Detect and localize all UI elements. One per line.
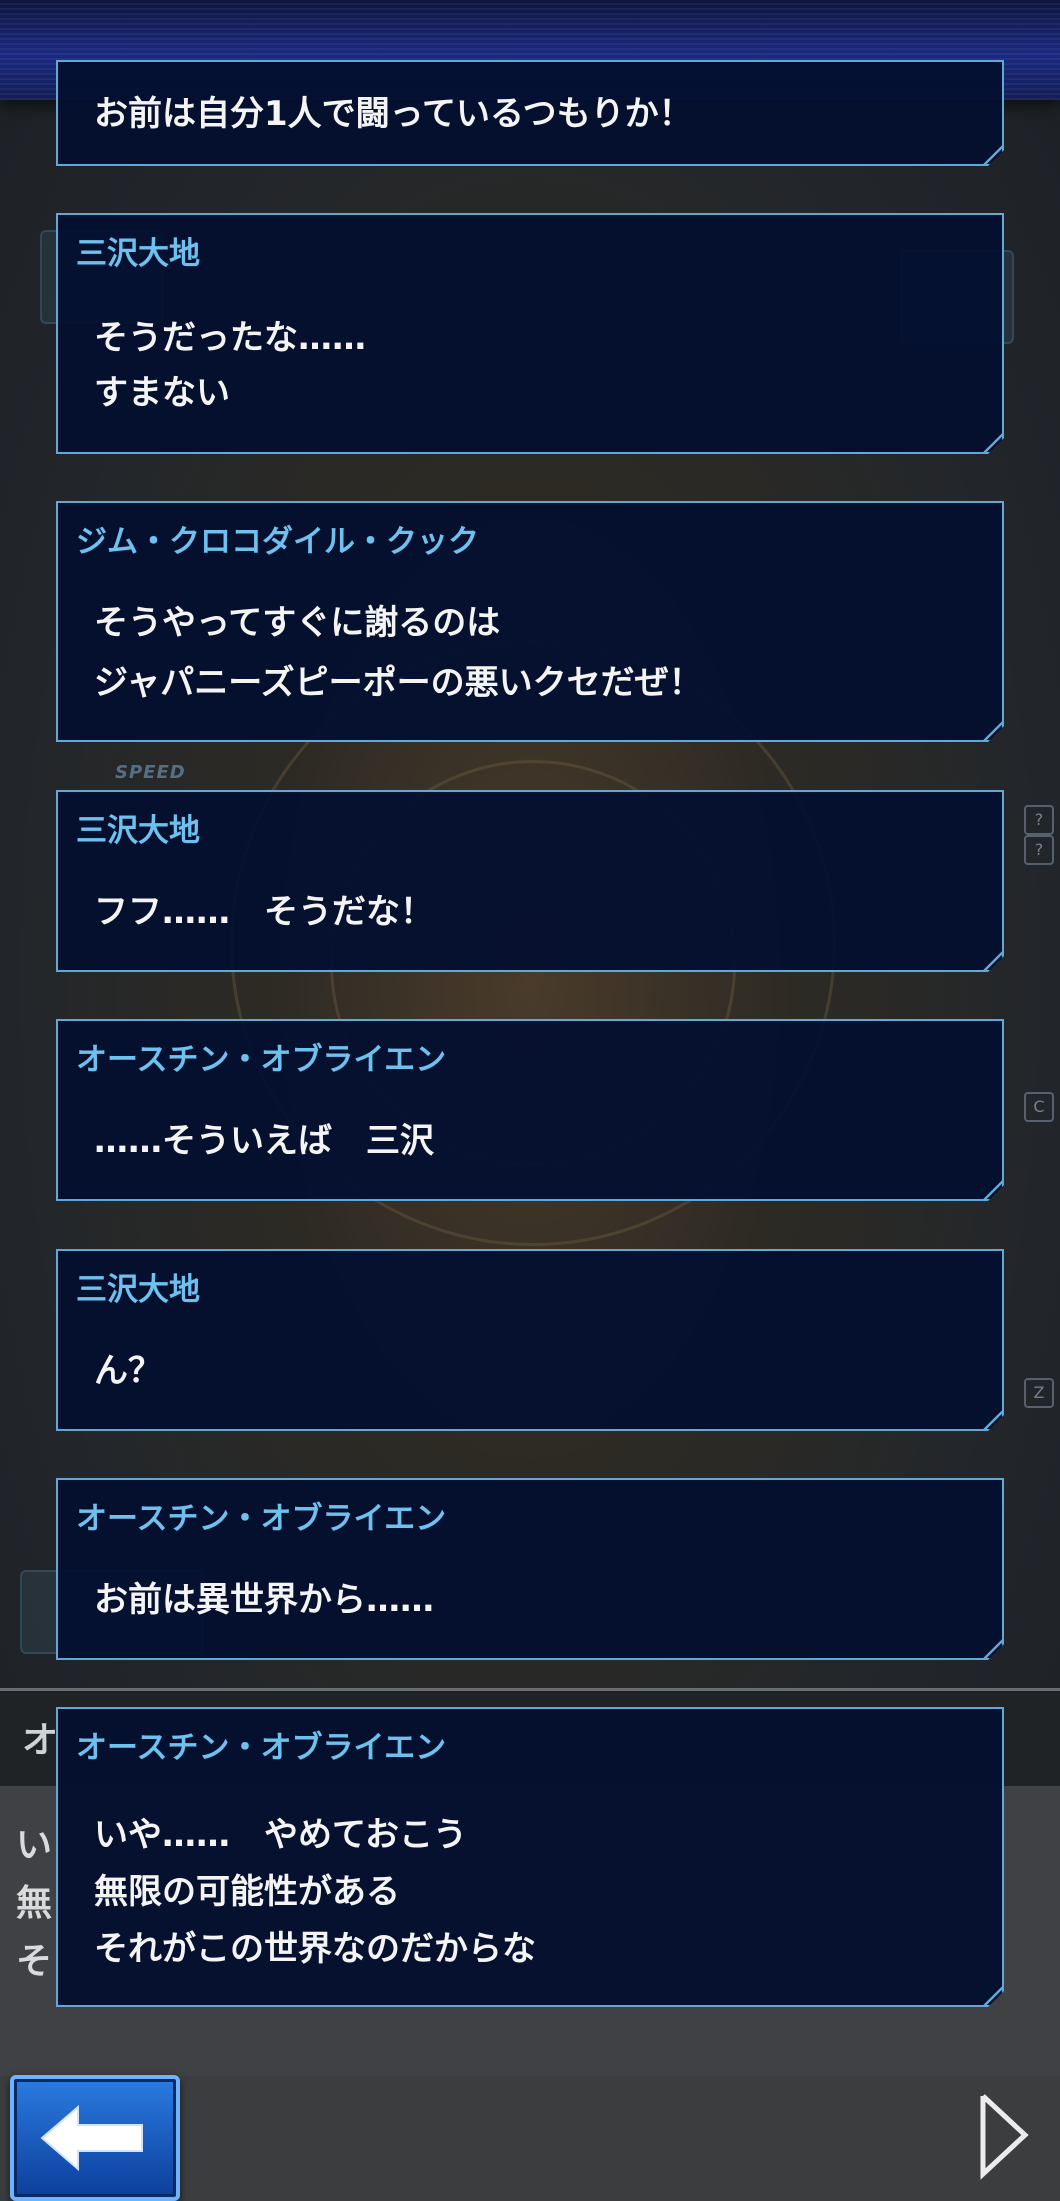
left-arrow-icon xyxy=(40,2104,143,2172)
dialogue-entry: オースチン・オブライエン お前は異世界から…… xyxy=(56,1478,1004,1660)
speaker-name: 三沢大地 xyxy=(76,1272,200,1308)
name-fragment: オ xyxy=(22,1720,59,1761)
speed-label: SPEED xyxy=(115,762,186,783)
speaker-name: オースチン・オブライエン xyxy=(76,1730,447,1766)
dialogue-line: そうやってすぐに謝るのは xyxy=(94,603,501,643)
side-tick: ? xyxy=(1024,805,1054,835)
dialogue-line: お前は自分1人で闘っているつもりか！ xyxy=(94,94,693,134)
text-fragment: 無 xyxy=(16,1883,53,1924)
speaker-name: ジム・クロコダイル・クック xyxy=(76,524,479,560)
dialogue-entry: オースチン・オブライエン ……そういえば 三沢 xyxy=(56,1019,1004,1201)
dialogue-line: ジャパニーズピーポーの悪いクセだぜ！ xyxy=(94,663,703,703)
dialogue-line: フフ…… そうだな！ xyxy=(94,892,434,932)
dialogue-line: ん？ xyxy=(94,1351,162,1391)
speaker-name: オースチン・オブライエン xyxy=(76,1501,447,1537)
back-button[interactable] xyxy=(10,2075,180,2201)
dialogue-entry: お前は自分1人で闘っているつもりか！ xyxy=(56,60,1004,166)
dialogue-entry: 三沢大地 そうだったな…… すまない xyxy=(56,213,1004,454)
side-tick: Z xyxy=(1024,1378,1054,1408)
dialogue-line: すまない xyxy=(94,373,230,413)
dialogue-line: いや…… やめておこう xyxy=(94,1815,467,1855)
text-fragment: そ xyxy=(16,1941,53,1982)
speaker-name: オースチン・オブライエン xyxy=(76,1042,447,1078)
dialogue-entry: 三沢大地 フフ…… そうだな！ xyxy=(56,790,1004,972)
play-triangle-icon xyxy=(980,2094,1029,2180)
next-button[interactable] xyxy=(975,2090,1035,2180)
text-fragment: い xyxy=(16,1825,53,1866)
dialogue-line: そうだったな…… xyxy=(94,318,366,358)
dialogue-line: それがこの世界なのだからな xyxy=(94,1929,536,1969)
speaker-name: 三沢大地 xyxy=(76,813,200,849)
dialogue-entry: ジム・クロコダイル・クック そうやってすぐに謝るのは ジャパニーズピーポーの悪い… xyxy=(56,501,1004,742)
side-tick: ? xyxy=(1024,835,1054,865)
dialogue-line: ……そういえば 三沢 xyxy=(94,1121,434,1161)
speaker-name: 三沢大地 xyxy=(76,236,200,272)
dialogue-entry: 三沢大地 ん？ xyxy=(56,1249,1004,1431)
dialogue-line: お前は異世界から…… xyxy=(94,1580,434,1620)
dialogue-entry: オースチン・オブライエン いや…… やめておこう 無限の可能性がある それがこの… xyxy=(56,1707,1004,2007)
dialogue-line: 無限の可能性がある xyxy=(94,1872,400,1912)
side-tick: C xyxy=(1024,1092,1054,1122)
